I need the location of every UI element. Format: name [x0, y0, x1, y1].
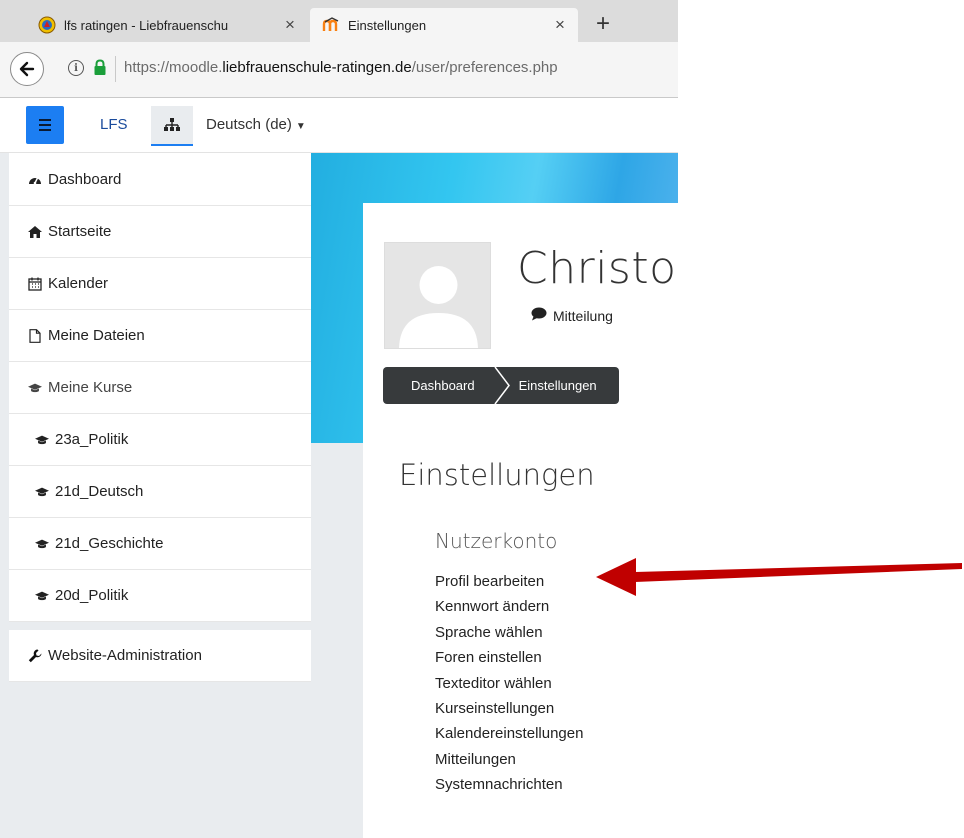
drawer-admin-group: Website-Administration: [9, 630, 311, 682]
nav-drawer: Dashboard Startseite Kalender Meine Date…: [9, 153, 311, 682]
graduation-cap-icon: [35, 537, 49, 551]
caret-down-icon: ▼: [295, 121, 306, 132]
main-region: Christoph Mitteilung Dashboard Einstellu…: [363, 203, 678, 838]
user-silhouette-icon: [385, 243, 490, 348]
site-navbar: LFS Deutsch (de) ▼: [0, 99, 678, 153]
sitemap-icon: [164, 118, 180, 131]
tab-label: Einstellungen: [348, 17, 427, 33]
breadcrumb-item-dashboard[interactable]: Dashboard: [383, 367, 493, 404]
page-header: Christoph Mitteilung Dashboard Einstellu…: [363, 203, 678, 432]
url-divider: [115, 56, 116, 82]
drawer-item-label: Website-Administration: [48, 647, 202, 664]
link-kurseinstellungen[interactable]: Kurseinstellungen: [435, 696, 583, 721]
browser-window: lfs ratingen - Liebfrauenschu × Einstell…: [0, 0, 678, 838]
drawer-course-item[interactable]: 21d_Geschichte: [9, 518, 311, 570]
drawer-item-label: 23a_Politik: [55, 431, 129, 448]
comment-icon: [531, 307, 547, 324]
lock-icon[interactable]: [93, 59, 107, 81]
graduation-cap-icon: [35, 433, 49, 447]
tab-strip: lfs ratingen - Liebfrauenschu × Einstell…: [0, 0, 678, 42]
drawer-item-label: 21d_Deutsch: [55, 483, 144, 500]
chevron-right-icon: [493, 367, 513, 404]
sitemap-button[interactable]: [151, 106, 193, 146]
site-brand[interactable]: LFS: [100, 116, 128, 133]
wrench-icon: [28, 649, 42, 663]
breadcrumb: Dashboard Einstellungen: [383, 367, 619, 404]
link-sprache-waehlen[interactable]: Sprache wählen: [435, 620, 583, 645]
graduation-cap-icon: [35, 589, 49, 603]
message-button[interactable]: Mitteilung: [531, 307, 613, 324]
drawer-course-item[interactable]: 20d_Politik: [9, 570, 311, 622]
url-path: /user/preferences.php: [411, 59, 558, 76]
drawer-item-label: Meine Dateien: [48, 327, 145, 344]
url-input[interactable]: https://moodle.liebfrauenschule-ratingen…: [124, 59, 558, 76]
browser-tab-lfs[interactable]: lfs ratingen - Liebfrauenschu ×: [26, 8, 308, 42]
back-button[interactable]: [10, 52, 44, 86]
drawer-item-label: Dashboard: [48, 170, 122, 188]
link-mitteilungen[interactable]: Mitteilungen: [435, 747, 583, 772]
drawer-item-label: Kalender: [48, 275, 109, 292]
arrow-left-icon: [19, 61, 35, 77]
language-menu[interactable]: Deutsch (de) ▼: [206, 116, 306, 133]
drawer-item-meine-kurse[interactable]: Meine Kurse: [9, 362, 311, 414]
link-systemnachrichten[interactable]: Systemnachrichten: [435, 772, 583, 797]
drawer-item-label: Meine Kurse: [48, 379, 133, 396]
school-crest-icon: [38, 16, 56, 34]
drawer-item-startseite[interactable]: Startseite: [9, 206, 311, 258]
url-bar: i https://moodle.liebfrauenschule-rating…: [0, 42, 678, 98]
tab-label: lfs ratingen - Liebfrauenschu: [64, 17, 229, 33]
drawer-main-group: Dashboard Startseite Kalender Meine Date…: [9, 153, 311, 622]
drawer-item-label: 20d_Politik: [55, 587, 129, 604]
drawer-item-label: Startseite: [48, 223, 112, 240]
close-tab-icon[interactable]: ×: [280, 15, 300, 35]
preferences-content: Einstellungen Nutzerkonto Profil bearbei…: [363, 432, 678, 838]
language-label: Deutsch (de): [206, 116, 292, 133]
avatar[interactable]: [384, 242, 491, 349]
graduation-cap-icon: [28, 381, 42, 395]
arrow-shaft: [634, 563, 962, 582]
graduation-cap-icon: [35, 485, 49, 499]
file-icon: [28, 328, 42, 343]
section-title: Nutzerkonto: [435, 529, 558, 553]
drawer-item-label: 21d_Geschichte: [55, 535, 164, 552]
browser-tab-einstellungen[interactable]: Einstellungen ×: [310, 8, 578, 42]
drawer-item-dashboard[interactable]: Dashboard: [9, 153, 311, 206]
drawer-item-website-administration[interactable]: Website-Administration: [9, 630, 311, 682]
link-profil-bearbeiten[interactable]: Profil bearbeiten: [435, 569, 583, 594]
link-kalendereinstellungen[interactable]: Kalendereinstellungen: [435, 721, 583, 746]
annotation-arrow: [596, 558, 962, 596]
drawer-item-meine-dateien[interactable]: Meine Dateien: [9, 310, 311, 362]
url-host: liebfrauenschule-ratingen.de: [222, 59, 412, 76]
user-fullname: Christoph: [517, 243, 678, 294]
drawer-course-item[interactable]: 21d_Deutsch: [9, 466, 311, 518]
drawer-course-item[interactable]: 23a_Politik: [9, 414, 311, 466]
info-icon[interactable]: i: [68, 60, 84, 76]
page-title: Einstellungen: [399, 458, 595, 492]
calendar-icon: [28, 277, 42, 291]
breadcrumb-item-einstellungen[interactable]: Einstellungen: [513, 367, 619, 404]
close-tab-icon[interactable]: ×: [550, 15, 570, 35]
message-label: Mitteilung: [553, 307, 613, 324]
drawer-toggle-button[interactable]: [26, 106, 64, 144]
link-texteditor-waehlen[interactable]: Texteditor wählen: [435, 671, 583, 696]
arrow-head: [596, 558, 636, 596]
link-kennwort-aendern[interactable]: Kennwort ändern: [435, 594, 583, 619]
dashboard-icon: [28, 172, 42, 186]
drawer-divider: [9, 622, 311, 630]
moodle-icon: [322, 16, 340, 34]
link-foren-einstellen[interactable]: Foren einstellen: [435, 645, 583, 670]
url-prefix: https://moodle.: [124, 59, 223, 76]
preference-links: Profil bearbeiten Kennwort ändern Sprach…: [435, 569, 583, 798]
drawer-item-kalender[interactable]: Kalender: [9, 258, 311, 310]
new-tab-button[interactable]: +: [596, 12, 610, 36]
home-icon: [28, 225, 42, 239]
